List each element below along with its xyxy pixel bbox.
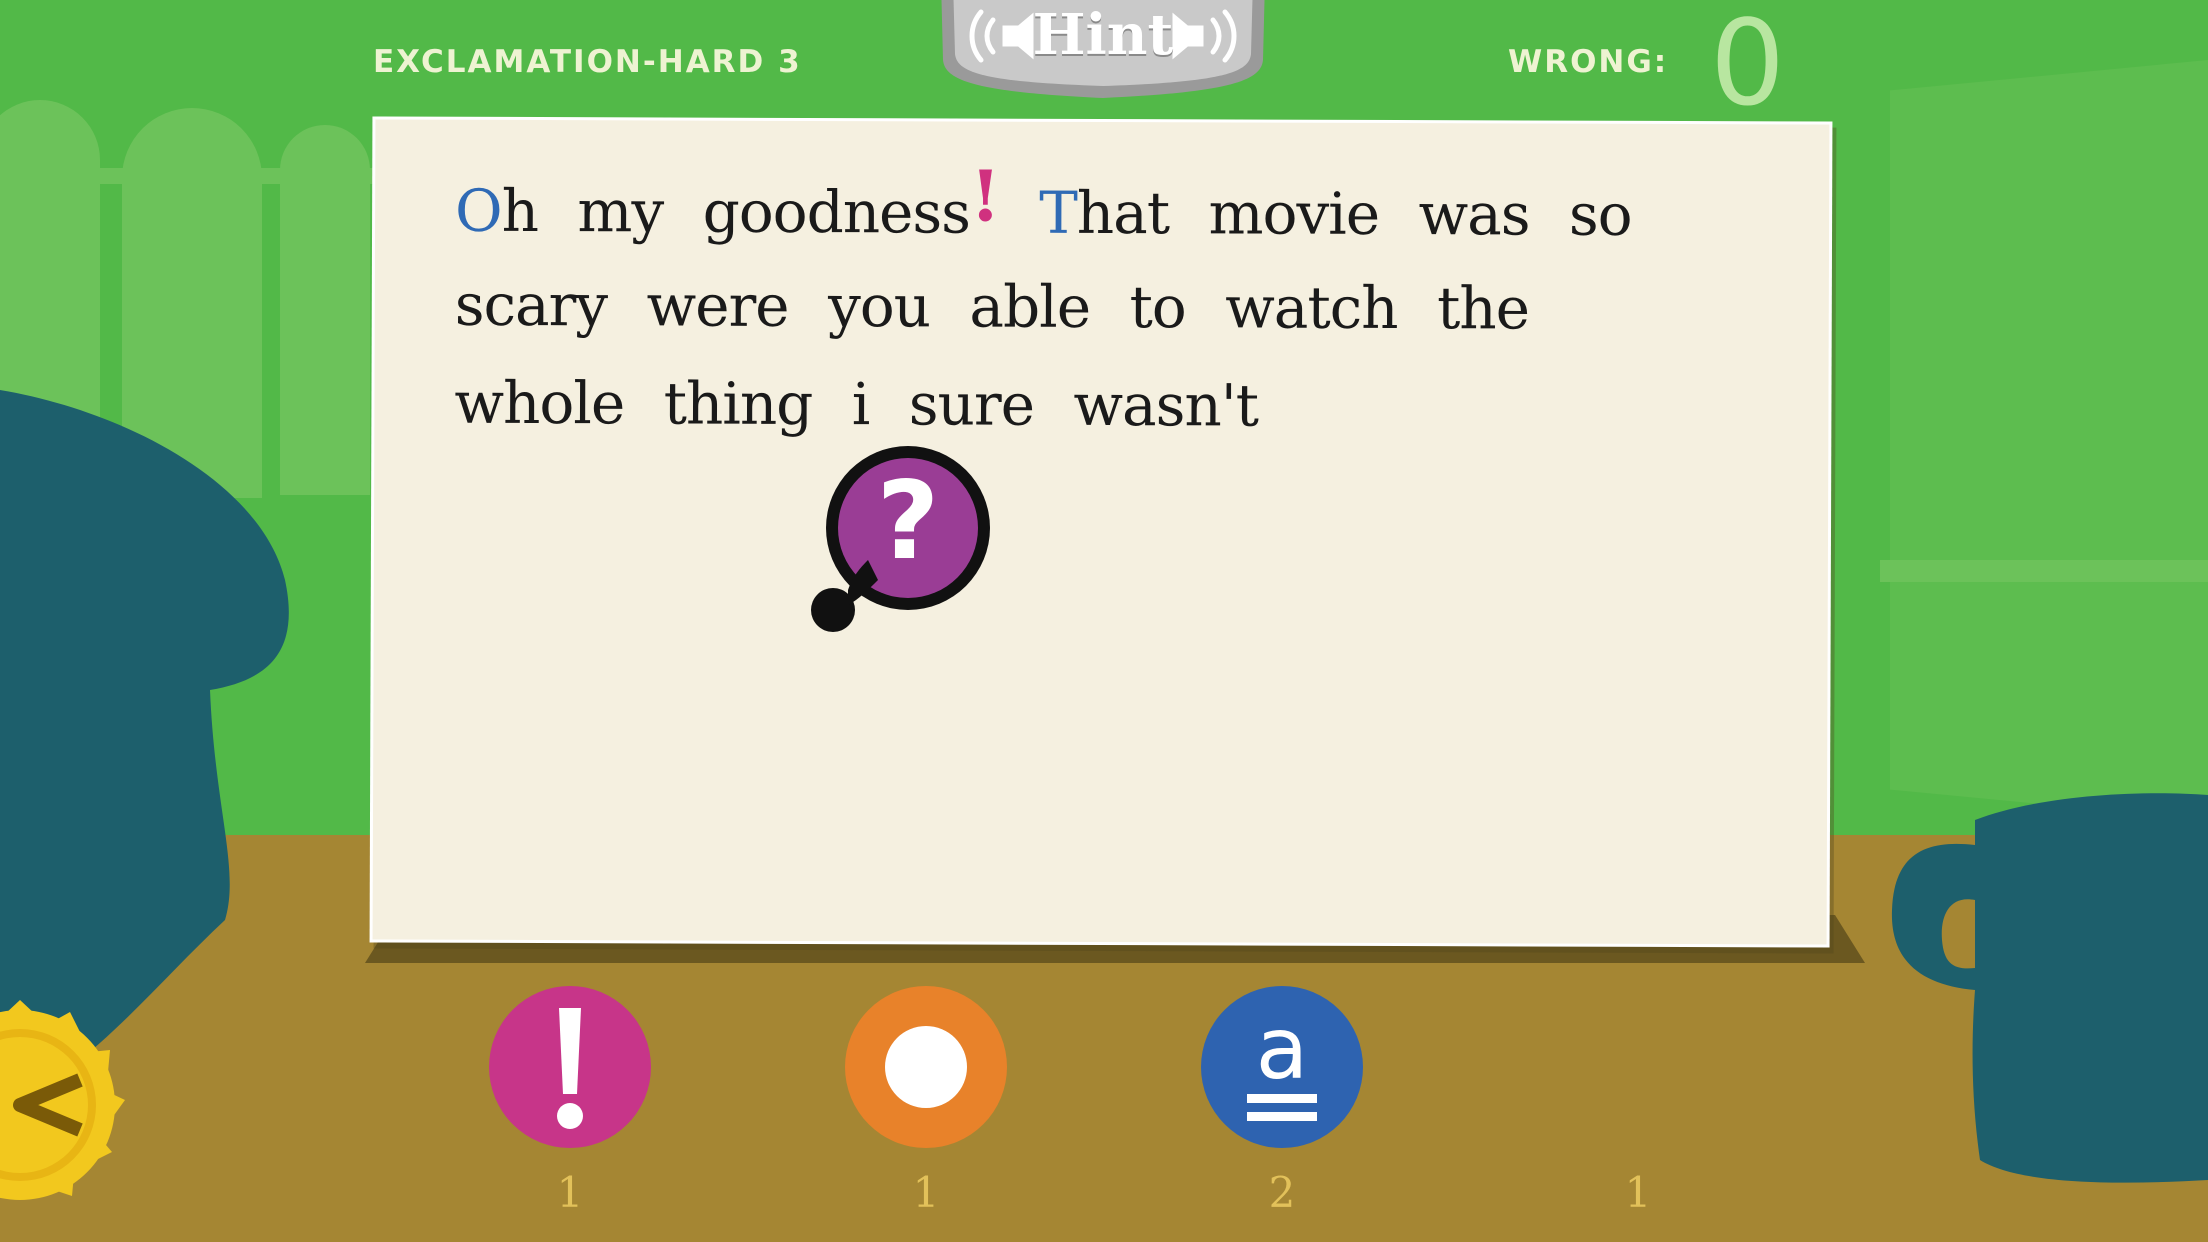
exclamation-button[interactable] [489,986,651,1148]
sentence-line: Oh my goodness! That movie was so [455,155,1775,261]
hint-button-frame [941,0,1265,98]
capital-letter: T [1039,178,1077,247]
sentence-card: Oh my goodness! That movie was so scary … [372,119,1830,945]
word[interactable]: goodness! [703,155,1000,247]
background-rail [0,168,380,184]
period-button[interactable] [845,986,1007,1148]
word[interactable]: thing [664,369,813,438]
wrong-count: 0 [1710,0,1786,132]
background-rail [1880,560,2208,582]
word[interactable]: able [969,273,1090,341]
word[interactable]: scary [455,271,608,340]
capitalize-count: 2 [1268,1168,1296,1217]
sentence-line: whole thing i sure wasn't [454,354,1774,457]
question-bubble-icon[interactable]: ? [808,440,994,636]
capitalize-icon: a [1247,999,1317,1121]
mug-silhouette [1891,793,2208,1183]
period-count: 1 [912,1168,940,1217]
word[interactable]: wasn't [1073,371,1258,440]
placed-exclamation-mark: ! [969,154,1000,238]
capital-letter: O [454,176,502,245]
exclamation-icon [557,1008,583,1129]
word[interactable]: whole [454,369,624,438]
word[interactable]: to [1129,273,1185,341]
question-count: 1 [1624,1168,1652,1217]
level-title: EXCLAMATION-HARD 3 [373,44,802,80]
capitalize-button[interactable]: a [1201,986,1363,1148]
sentence-text: Oh my goodness! That movie was so scary … [454,155,1775,457]
hint-button[interactable]: Hint [933,0,1273,104]
word[interactable]: my [577,177,663,245]
word[interactable]: were [646,271,788,339]
word[interactable]: i [852,370,870,438]
word[interactable]: so [1569,181,1632,249]
word[interactable]: movie [1208,179,1379,248]
word[interactable]: sure [909,370,1034,438]
word[interactable]: was [1418,180,1529,248]
sentence-line: scary were you able to watch the [455,256,1775,359]
word[interactable]: Oh [455,177,538,245]
back-button[interactable] [0,1000,140,1210]
wrong-label: WRONG: [1508,44,1669,80]
capitalize-symbol: a [1256,999,1309,1099]
period-icon [885,1026,967,1108]
question-symbol: ? [877,459,940,584]
word[interactable]: you [828,272,930,340]
word[interactable]: watch [1225,273,1398,342]
word[interactable]: That [1039,179,1169,247]
game-scene: Oh my goodness! That movie was so scary … [0,0,2208,1242]
background-window [1890,60,2208,820]
exclamation-count: 1 [556,1168,584,1217]
word[interactable]: the [1437,274,1529,342]
